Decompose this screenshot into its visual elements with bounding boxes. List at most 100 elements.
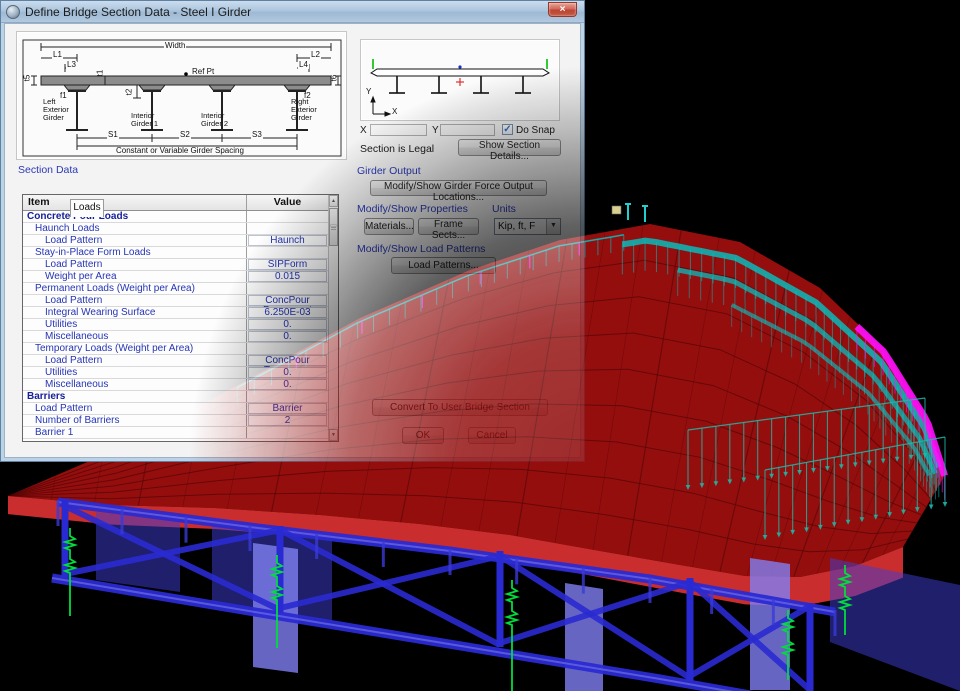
units-value: Kip, ft, F (498, 220, 545, 233)
row-item-cell: Concrete Pour Loads (23, 211, 247, 222)
row-value-cell[interactable]: 2 (247, 415, 328, 426)
dim-label-s1: S1 (107, 131, 119, 139)
app-icon (6, 5, 20, 19)
row-item-cell: Haunch Loads (23, 223, 247, 234)
application-canvas: Define Bridge Section Data - Steel I Gir… (0, 0, 960, 691)
cancel-button[interactable]: Cancel (468, 427, 516, 444)
row-value-cell[interactable]: 6.250E-03 (247, 307, 328, 318)
row-item-cell: Load Pattern (23, 235, 247, 246)
row-item-cell: Load Pattern (23, 403, 247, 414)
materials-button[interactable]: Materials... (364, 218, 414, 235)
cross-section-diagram-panel: Width L1 L2 L3 L4 t5 t6 t1 t2 Ref Pt f1 … (16, 31, 347, 160)
y-coordinate-input[interactable] (440, 124, 495, 136)
row-value-cell[interactable]: 0. (247, 367, 328, 378)
dim-label-l3: L3 (66, 61, 77, 69)
section-data-label: Section Data (18, 164, 78, 176)
table-row[interactable]: Stay-in-Place Form Loads (23, 247, 328, 259)
table-row[interactable]: Miscellaneous0. (23, 379, 328, 391)
dim-label-t5: t5 (23, 74, 31, 83)
table-row[interactable]: Haunch Loads (23, 223, 328, 235)
row-item-cell: Weight per Area (23, 271, 247, 282)
row-value-cell[interactable]: SIPForm (247, 259, 328, 270)
table-row[interactable]: Integral Wearing Surface6.250E-03 (23, 307, 328, 319)
row-item-cell: Barriers (23, 391, 247, 402)
dim-label-l1: L1 (52, 51, 63, 59)
row-value-cell[interactable]: 0. (247, 379, 328, 390)
load-patterns-button[interactable]: Load Patterns... (391, 257, 496, 274)
table-row[interactable]: Concrete Pour Loads (23, 211, 328, 223)
row-value-cell[interactable]: 0. (247, 331, 328, 342)
units-combobox[interactable]: Kip, ft, F ▼ (494, 218, 561, 235)
scrollbar-thumb[interactable] (329, 208, 338, 246)
dialog-client-area: Width L1 L2 L3 L4 t5 t6 t1 t2 Ref Pt f1 … (4, 23, 581, 458)
table-row[interactable]: Load PatternBarrier (23, 403, 328, 415)
dim-label-s3: S3 (251, 131, 263, 139)
dialog-title: Define Bridge Section Data - Steel I Gir… (25, 5, 251, 19)
row-value-cell (247, 247, 328, 258)
dim-label-t2: t2 (125, 88, 133, 97)
row-item-cell: Load Pattern (23, 295, 247, 306)
modify-show-properties-label: Modify/Show Properties (357, 203, 468, 215)
dropdown-arrow-icon[interactable]: ▼ (546, 219, 560, 234)
row-item-cell: Number of Barriers (23, 415, 247, 426)
x-coordinate-input[interactable] (370, 124, 427, 136)
ok-button[interactable]: OK (402, 427, 444, 444)
ref-point-marker (458, 65, 461, 68)
row-item-cell: Load Pattern (23, 355, 247, 366)
convert-to-user-bridge-section-button[interactable]: Convert To User Bridge Section (372, 399, 548, 416)
girder-force-output-button[interactable]: Modify/Show Girder Force Output Location… (370, 180, 547, 196)
axis-y-label: Y (365, 88, 372, 96)
spacing-note-label: Constant or Variable Girder Spacing (115, 147, 245, 155)
table-row[interactable]: Utilities0. (23, 367, 328, 379)
section-preview-panel[interactable]: Y X (360, 39, 560, 121)
axis-x-label: X (391, 108, 398, 116)
tab-loads[interactable]: Loads (70, 199, 104, 217)
dim-label-l4: L4 (298, 61, 309, 69)
row-value-cell[interactable]: ConcPour Temporary (247, 355, 328, 366)
check-icon: ✓ (503, 124, 511, 135)
table-body: Concrete Pour LoadsHaunch LoadsLoad Patt… (23, 211, 328, 441)
close-icon[interactable]: × (548, 2, 577, 17)
row-value-cell[interactable]: Haunch (247, 235, 328, 246)
frame-sects-button[interactable]: Frame Sects... (418, 218, 479, 235)
girder-output-label: Girder Output (357, 165, 421, 177)
do-snap-checkbox[interactable]: ✓ (502, 124, 513, 135)
loads-table[interactable]: Item Value Concrete Pour LoadsHaunch Loa… (22, 194, 339, 442)
table-row[interactable]: Barriers (23, 391, 328, 403)
row-value-cell[interactable]: 0. (247, 319, 328, 330)
y-coordinate-label: Y (432, 125, 439, 136)
table-row[interactable]: Temporary Loads (Weight per Area) (23, 343, 328, 355)
column-header-item: Item (23, 195, 247, 210)
row-value-cell[interactable]: 0.015 (247, 271, 328, 282)
table-row[interactable]: Load PatternConcPour Temporary (23, 355, 328, 367)
row-value-cell (247, 343, 328, 354)
axis-glyph (371, 97, 390, 116)
table-row[interactable]: Load PatternHaunch (23, 235, 328, 247)
table-row[interactable]: Weight per Area0.015 (23, 271, 328, 283)
scroll-down-icon[interactable]: ▼ (329, 429, 338, 441)
row-item-cell: Integral Wearing Surface (23, 307, 247, 318)
table-row[interactable]: Barrier 1 (23, 427, 328, 439)
girder-label-left-exterior: Left Exterior Girder (43, 98, 79, 122)
row-item-cell: Barrier 1 (23, 427, 247, 438)
dialog-titlebar[interactable]: Define Bridge Section Data - Steel I Gir… (1, 1, 584, 23)
table-scrollbar[interactable]: ▲ ▼ (328, 195, 338, 441)
table-row[interactable]: Miscellaneous0. (23, 331, 328, 343)
girder-label-interior-2: Interior Girder 2 (201, 112, 241, 128)
crosshair-marker (456, 78, 464, 86)
table-row[interactable]: Load PatternConcPour Permanent (23, 295, 328, 307)
dim-label-t1: t1 (96, 69, 104, 78)
table-row[interactable]: Permanent Loads (Weight per Area) (23, 283, 328, 295)
row-item-cell: Miscellaneous (23, 379, 247, 390)
row-item-cell: Load Pattern (23, 259, 247, 270)
table-row[interactable]: Utilities0. (23, 319, 328, 331)
scroll-up-icon[interactable]: ▲ (329, 195, 338, 207)
row-value-cell (247, 427, 328, 438)
table-row[interactable]: Load PatternSIPForm (23, 259, 328, 271)
show-section-details-button[interactable]: Show Section Details... (458, 139, 561, 156)
row-value-cell[interactable]: Barrier (247, 403, 328, 414)
table-row[interactable]: Number of Barriers2 (23, 415, 328, 427)
modify-show-load-patterns-label: Modify/Show Load Patterns (357, 243, 485, 255)
row-value-cell[interactable]: ConcPour Permanent (247, 295, 328, 306)
column-header-value: Value (247, 195, 328, 210)
